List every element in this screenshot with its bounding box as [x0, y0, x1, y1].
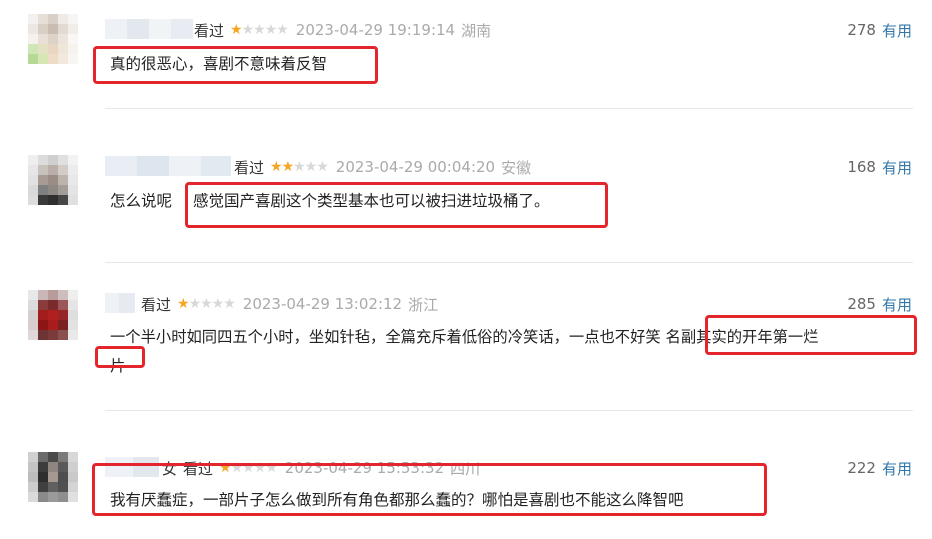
vote-count: 278: [847, 21, 876, 39]
username-blurred[interactable]: [105, 19, 193, 39]
useful-button[interactable]: 有用: [882, 458, 912, 479]
vote-count: 222: [847, 459, 876, 477]
vote-area: 168 有用: [847, 156, 912, 178]
comment-location: 湖南: [461, 21, 492, 40]
useful-button[interactable]: 有用: [882, 20, 912, 41]
comment-meta: 看过 ★ ★★★★ 2023-04-29 19:19:14 湖南: [194, 19, 491, 41]
comment-location: 四川: [450, 459, 481, 478]
comment-text-line: 一个半小时如同四五个小时，坐如针毡，全篇充斥着低俗的冷笑话，一点也不好笑 名副其…: [110, 328, 819, 346]
vote-area: 278 有用: [847, 19, 912, 41]
vote-count: 168: [847, 158, 876, 176]
comment-list: 看过 ★ ★★★★ 2023-04-29 19:19:14 湖南 278 有用 真…: [0, 0, 932, 539]
username-blurred[interactable]: [105, 457, 159, 477]
avatar[interactable]: [28, 155, 78, 215]
comment-text: 怎么说呢 感觉国产喜剧这个类型基本也可以被扫进垃圾桶了。: [110, 187, 549, 216]
rating-stars: ★★★★★: [270, 159, 329, 175]
comment-location: 浙江: [408, 295, 439, 314]
rating-stars: ★★★★★: [230, 22, 289, 38]
avatar[interactable]: [28, 14, 78, 74]
seen-label: 看过: [141, 295, 172, 314]
user-suffix: 女: [162, 459, 178, 478]
comment-meta: 女 看过 ★ ★★★★ 2023-04-29 15:53:32 四川: [162, 457, 480, 479]
comment-text-line: 片: [110, 357, 126, 375]
useful-button[interactable]: 有用: [882, 294, 912, 315]
comment-text: 我有厌蠢症，一部片子怎么做到所有角色都那么蠢的？哪怕是喜剧也不能这么降智吧: [110, 486, 684, 515]
comment-text: 真的很恶心，喜剧不意味着反智: [110, 50, 327, 79]
seen-label: 看过: [194, 21, 225, 40]
comment-time: 2023-04-29 13:02:12: [242, 295, 403, 313]
vote-count: 285: [847, 295, 876, 313]
comment-text-prefix: 怎么说呢: [110, 192, 173, 210]
vote-area: 285 有用: [847, 293, 912, 315]
avatar[interactable]: [28, 290, 78, 350]
comment-time: 2023-04-29 15:53:32: [284, 459, 445, 477]
comment-meta: 看过 ★ ★★★★ 2023-04-29 13:02:12 浙江: [141, 293, 438, 315]
comment-text: 一个半小时如同四五个小时，坐如针毡，全篇充斥着低俗的冷笑话，一点也不好笑 名副其…: [110, 323, 819, 381]
comment-meta: 看过 ★★ ★★★ 2023-04-29 00:04:20 安徽: [234, 156, 531, 178]
comment-time: 2023-04-29 19:19:14: [295, 21, 456, 39]
useful-button[interactable]: 有用: [882, 157, 912, 178]
seen-label: 看过: [183, 459, 214, 478]
comment-time: 2023-04-29 00:04:20: [335, 158, 496, 176]
comment-text-line: 我有厌蠢症，一部片子怎么做到所有角色都那么蠢的？哪怕是喜剧也不能这么降智吧: [110, 491, 684, 509]
divider: [105, 262, 913, 263]
avatar[interactable]: [28, 452, 78, 512]
comment-text-line: 感觉国产喜剧这个类型基本也可以被扫进垃圾桶了。: [192, 192, 550, 210]
vote-area: 222 有用: [847, 457, 912, 479]
divider: [105, 108, 913, 109]
seen-label: 看过: [234, 158, 265, 177]
comment-location: 安徽: [501, 158, 532, 177]
username-blurred[interactable]: [105, 156, 231, 176]
username-blurred[interactable]: [105, 293, 135, 313]
comment-text-line: 真的很恶心，喜剧不意味着反智: [110, 55, 328, 73]
divider: [105, 410, 913, 411]
rating-stars: ★★★★★: [177, 296, 236, 312]
rating-stars: ★★★★★: [219, 460, 278, 476]
